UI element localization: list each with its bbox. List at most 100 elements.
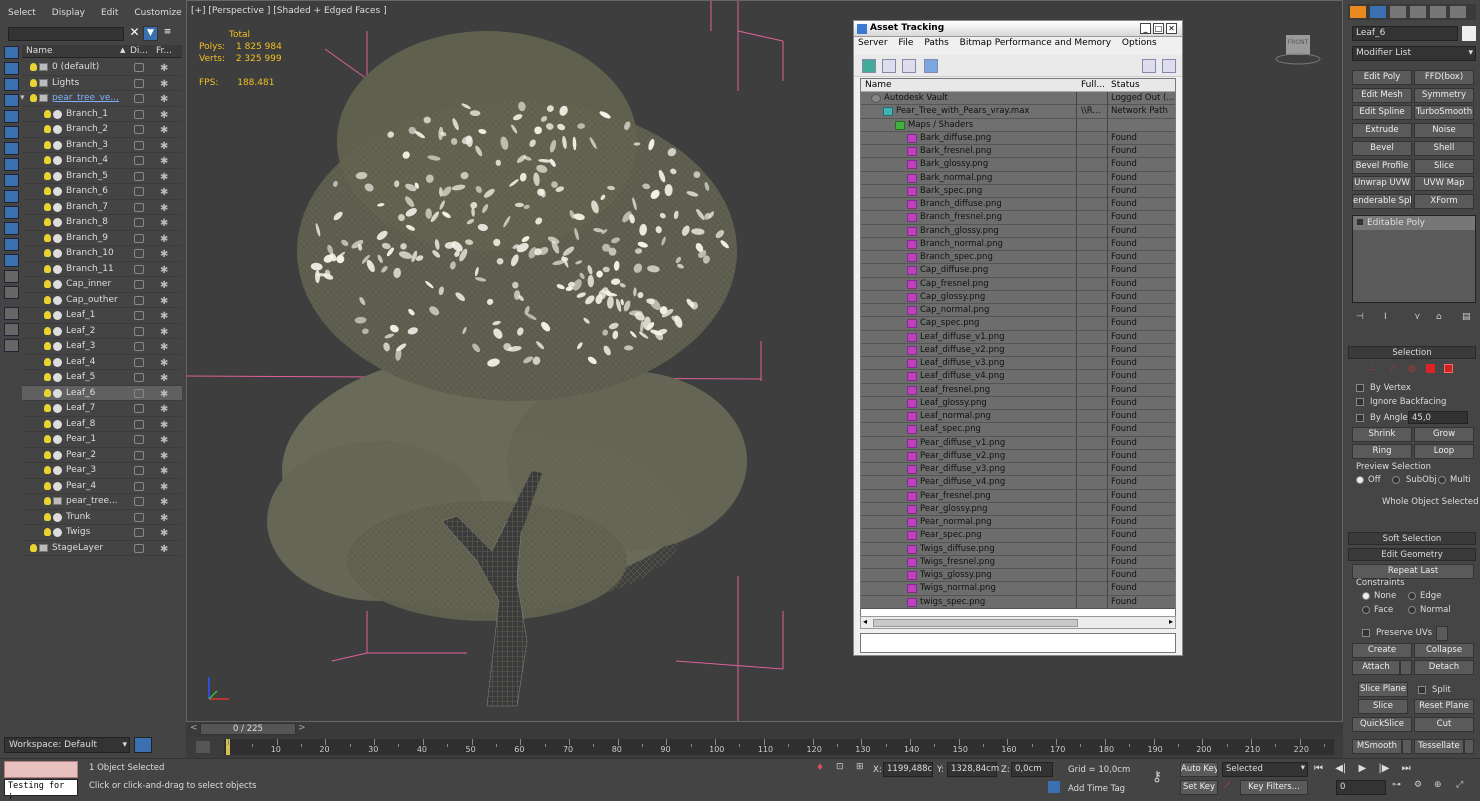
- menu-options[interactable]: Options: [1122, 38, 1157, 48]
- preview-multi-radio[interactable]: [1438, 476, 1446, 484]
- object-color-swatch[interactable]: [1462, 26, 1476, 41]
- freeze-toggle-icon[interactable]: ✱: [160, 511, 168, 526]
- display-toggle-icon[interactable]: [134, 125, 144, 134]
- show-end-result-icon[interactable]: Ⅰ: [1384, 312, 1387, 322]
- display-toggle-icon[interactable]: [134, 450, 144, 460]
- polygon-icon[interactable]: [1426, 364, 1435, 373]
- scene-row[interactable]: Leaf_8 ✱: [22, 417, 182, 432]
- preserve-uvs-checkbox[interactable]: [1362, 629, 1370, 637]
- column-display[interactable]: Di...: [130, 46, 148, 56]
- grow-button[interactable]: Grow: [1414, 427, 1474, 442]
- freeze-toggle-icon[interactable]: ✱: [160, 185, 168, 200]
- lights-filter-icon[interactable]: [4, 94, 19, 107]
- display-toggle-icon[interactable]: [134, 404, 144, 413]
- add-time-tag[interactable]: Add Time Tag: [1068, 784, 1125, 794]
- light-bulb-icon[interactable]: [44, 466, 51, 474]
- soft-selection-rollout-header[interactable]: Soft Selection: [1348, 532, 1476, 545]
- scene-search-input[interactable]: [8, 27, 124, 41]
- containers-filter-icon[interactable]: [4, 206, 19, 219]
- scene-row[interactable]: Leaf_5 ✱: [22, 370, 182, 386]
- asset-row[interactable]: Cap_spec.png Found: [861, 317, 1175, 331]
- asset-row[interactable]: Twigs_diffuse.png Found: [861, 542, 1175, 556]
- column-asset-name[interactable]: Name: [865, 80, 892, 90]
- menu-display[interactable]: Display: [44, 6, 93, 22]
- freeze-toggle-icon[interactable]: ✱: [160, 433, 168, 448]
- display-toggle-icon[interactable]: [134, 140, 144, 150]
- display-all-icon[interactable]: [4, 254, 19, 267]
- scene-row[interactable]: pear_tree_ve... ✱ ▾: [20, 91, 182, 107]
- table-view-icon[interactable]: [902, 59, 916, 73]
- cut-button[interactable]: Cut: [1414, 717, 1474, 732]
- light-bulb-icon[interactable]: [44, 171, 51, 180]
- asset-row[interactable]: Pear_diffuse_v2.png Found: [861, 449, 1175, 463]
- maxscript-listener-pink[interactable]: [4, 761, 78, 778]
- modifier-button[interactable]: Edit Spline: [1352, 105, 1412, 121]
- scene-row[interactable]: Branch_5 ✱: [22, 169, 182, 184]
- prev-frame-arrow-icon[interactable]: <: [190, 723, 198, 733]
- modifier-button[interactable]: TurboSmooth: [1414, 105, 1474, 121]
- close-icon[interactable]: ✕: [1166, 23, 1177, 34]
- layer-manager-icon[interactable]: [4, 339, 19, 352]
- asset-row[interactable]: Leaf_glossy.png Found: [861, 396, 1175, 410]
- motion-tab-icon[interactable]: [1410, 6, 1426, 18]
- filter-icon[interactable]: ▼: [143, 26, 158, 41]
- layer-explorer-icon[interactable]: [134, 737, 152, 753]
- set-key-button[interactable]: Set Key: [1180, 780, 1218, 795]
- selection-lock-icon[interactable]: ⊡: [836, 762, 844, 772]
- utilities-tab-icon[interactable]: [1450, 6, 1466, 18]
- preview-subobj-radio[interactable]: [1392, 476, 1400, 484]
- layers-icon[interactable]: ≡: [160, 26, 175, 41]
- freeze-toggle-icon[interactable]: ✱: [160, 387, 168, 402]
- xrefs-filter-icon[interactable]: [4, 174, 19, 187]
- helpers-filter-icon[interactable]: [4, 126, 19, 139]
- asset-row[interactable]: Leaf_diffuse_v3.png Found: [861, 357, 1175, 371]
- asset-row[interactable]: Bark_normal.png Found: [861, 171, 1175, 185]
- groups-filter-icon[interactable]: [4, 158, 19, 171]
- dialog-titlebar[interactable]: Asset Tracking _ □ ✕: [854, 21, 1182, 37]
- modifier-button[interactable]: enderable Splin: [1352, 193, 1412, 209]
- scene-row[interactable]: Cap_inner ✱: [22, 277, 182, 293]
- light-bulb-icon[interactable]: [44, 404, 51, 412]
- modifier-button[interactable]: XForm: [1414, 193, 1474, 209]
- selection-rollout-header[interactable]: Selection: [1348, 346, 1476, 359]
- freeze-toggle-icon[interactable]: ✱: [160, 294, 168, 309]
- detach-button[interactable]: Detach: [1414, 660, 1474, 675]
- display-toggle-icon[interactable]: [134, 373, 144, 382]
- scene-row[interactable]: StageLayer ✱: [22, 541, 182, 556]
- modifier-button[interactable]: Slice: [1414, 158, 1474, 174]
- minimize-icon[interactable]: _: [1140, 23, 1151, 34]
- time-slider[interactable]: < 0 / 225 >: [186, 722, 1343, 737]
- asset-row[interactable]: Bark_glossy.png Found: [861, 158, 1175, 172]
- asset-row[interactable]: Bark_diffuse.png Found: [861, 131, 1175, 145]
- asset-row[interactable]: Leaf_diffuse_v4.png Found: [861, 370, 1175, 384]
- modifier-button[interactable]: FFD(box): [1414, 70, 1474, 85]
- display-toggle-icon[interactable]: [134, 357, 144, 367]
- asset-row[interactable]: Leaf_fresnel.png Found: [861, 383, 1175, 397]
- attach-settings-icon[interactable]: [1400, 660, 1412, 675]
- column-status[interactable]: Status: [1111, 80, 1140, 90]
- scene-row[interactable]: Leaf_3 ✱: [22, 339, 182, 355]
- freeze-toggle-icon[interactable]: ✱: [160, 278, 168, 293]
- zoom-extents-icon[interactable]: ⊕: [1434, 780, 1442, 790]
- display-toggle-icon[interactable]: [134, 419, 144, 429]
- asset-row[interactable]: Bark_fresnel.png Found: [861, 145, 1175, 159]
- light-bulb-icon[interactable]: [44, 187, 51, 195]
- scene-row[interactable]: Leaf_1 ✱: [22, 308, 182, 324]
- asset-row[interactable]: Twigs_normal.png Found: [861, 582, 1175, 596]
- freeze-toggle-icon[interactable]: ✱: [160, 495, 168, 510]
- display-toggle-icon[interactable]: [134, 280, 144, 289]
- select-all-icon[interactable]: [4, 46, 19, 59]
- asset-row[interactable]: Branch_spec.png Found: [861, 251, 1175, 265]
- asset-row[interactable]: Branch_glossy.png Found: [861, 224, 1175, 238]
- go-to-end-icon[interactable]: ⏭: [1402, 763, 1411, 774]
- key-filters-button[interactable]: Key Filters...: [1240, 780, 1308, 795]
- asset-row[interactable]: Cap_fresnel.png Found: [861, 277, 1175, 291]
- scroll-right-icon[interactable]: ▸: [1169, 617, 1173, 626]
- scene-row[interactable]: Leaf_6 ✱: [22, 385, 182, 402]
- maximize-icon[interactable]: □: [1153, 23, 1164, 34]
- menu-select[interactable]: Select: [0, 6, 44, 22]
- display-toggle-icon[interactable]: [134, 233, 144, 243]
- help-icon[interactable]: [1142, 59, 1156, 73]
- slice-button[interactable]: Slice: [1358, 699, 1408, 714]
- isolate-selection-icon[interactable]: ♦: [816, 763, 824, 773]
